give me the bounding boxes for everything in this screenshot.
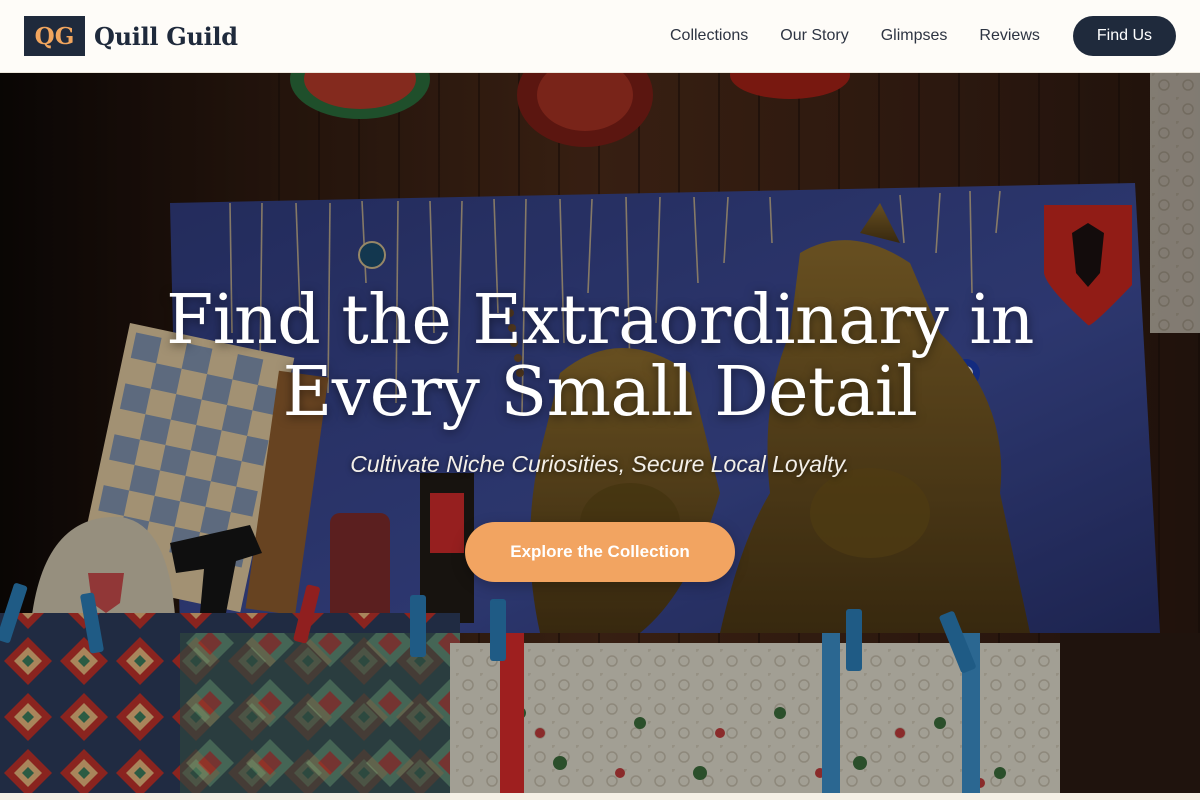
next-section-edge (0, 793, 1200, 800)
logo-mark[interactable]: QG (24, 16, 85, 56)
nav-link-collections[interactable]: Collections (670, 27, 748, 45)
hero-subtitle: Cultivate Niche Curiosities, Secure Loca… (350, 451, 850, 477)
site-header: QG Quill Guild Collections Our Story Gli… (0, 0, 1200, 73)
brand-name[interactable]: Quill Guild (94, 22, 238, 51)
nav-link-glimpses[interactable]: Glimpses (881, 27, 948, 45)
hero-title: Find the Extraordinary in Every Small De… (166, 281, 1034, 432)
explore-collection-button[interactable]: Explore the Collection (465, 522, 735, 582)
hero-content: Find the Extraordinary in Every Small De… (0, 73, 1200, 793)
main-nav: Collections Our Story Glimpses Reviews F… (670, 16, 1176, 56)
nav-link-our-story[interactable]: Our Story (780, 27, 848, 45)
nav-link-reviews[interactable]: Reviews (979, 27, 1039, 45)
brand[interactable]: QG Quill Guild (24, 16, 238, 56)
hero-section: Find the Extraordinary in Every Small De… (0, 73, 1200, 793)
find-us-button[interactable]: Find Us (1072, 16, 1176, 56)
